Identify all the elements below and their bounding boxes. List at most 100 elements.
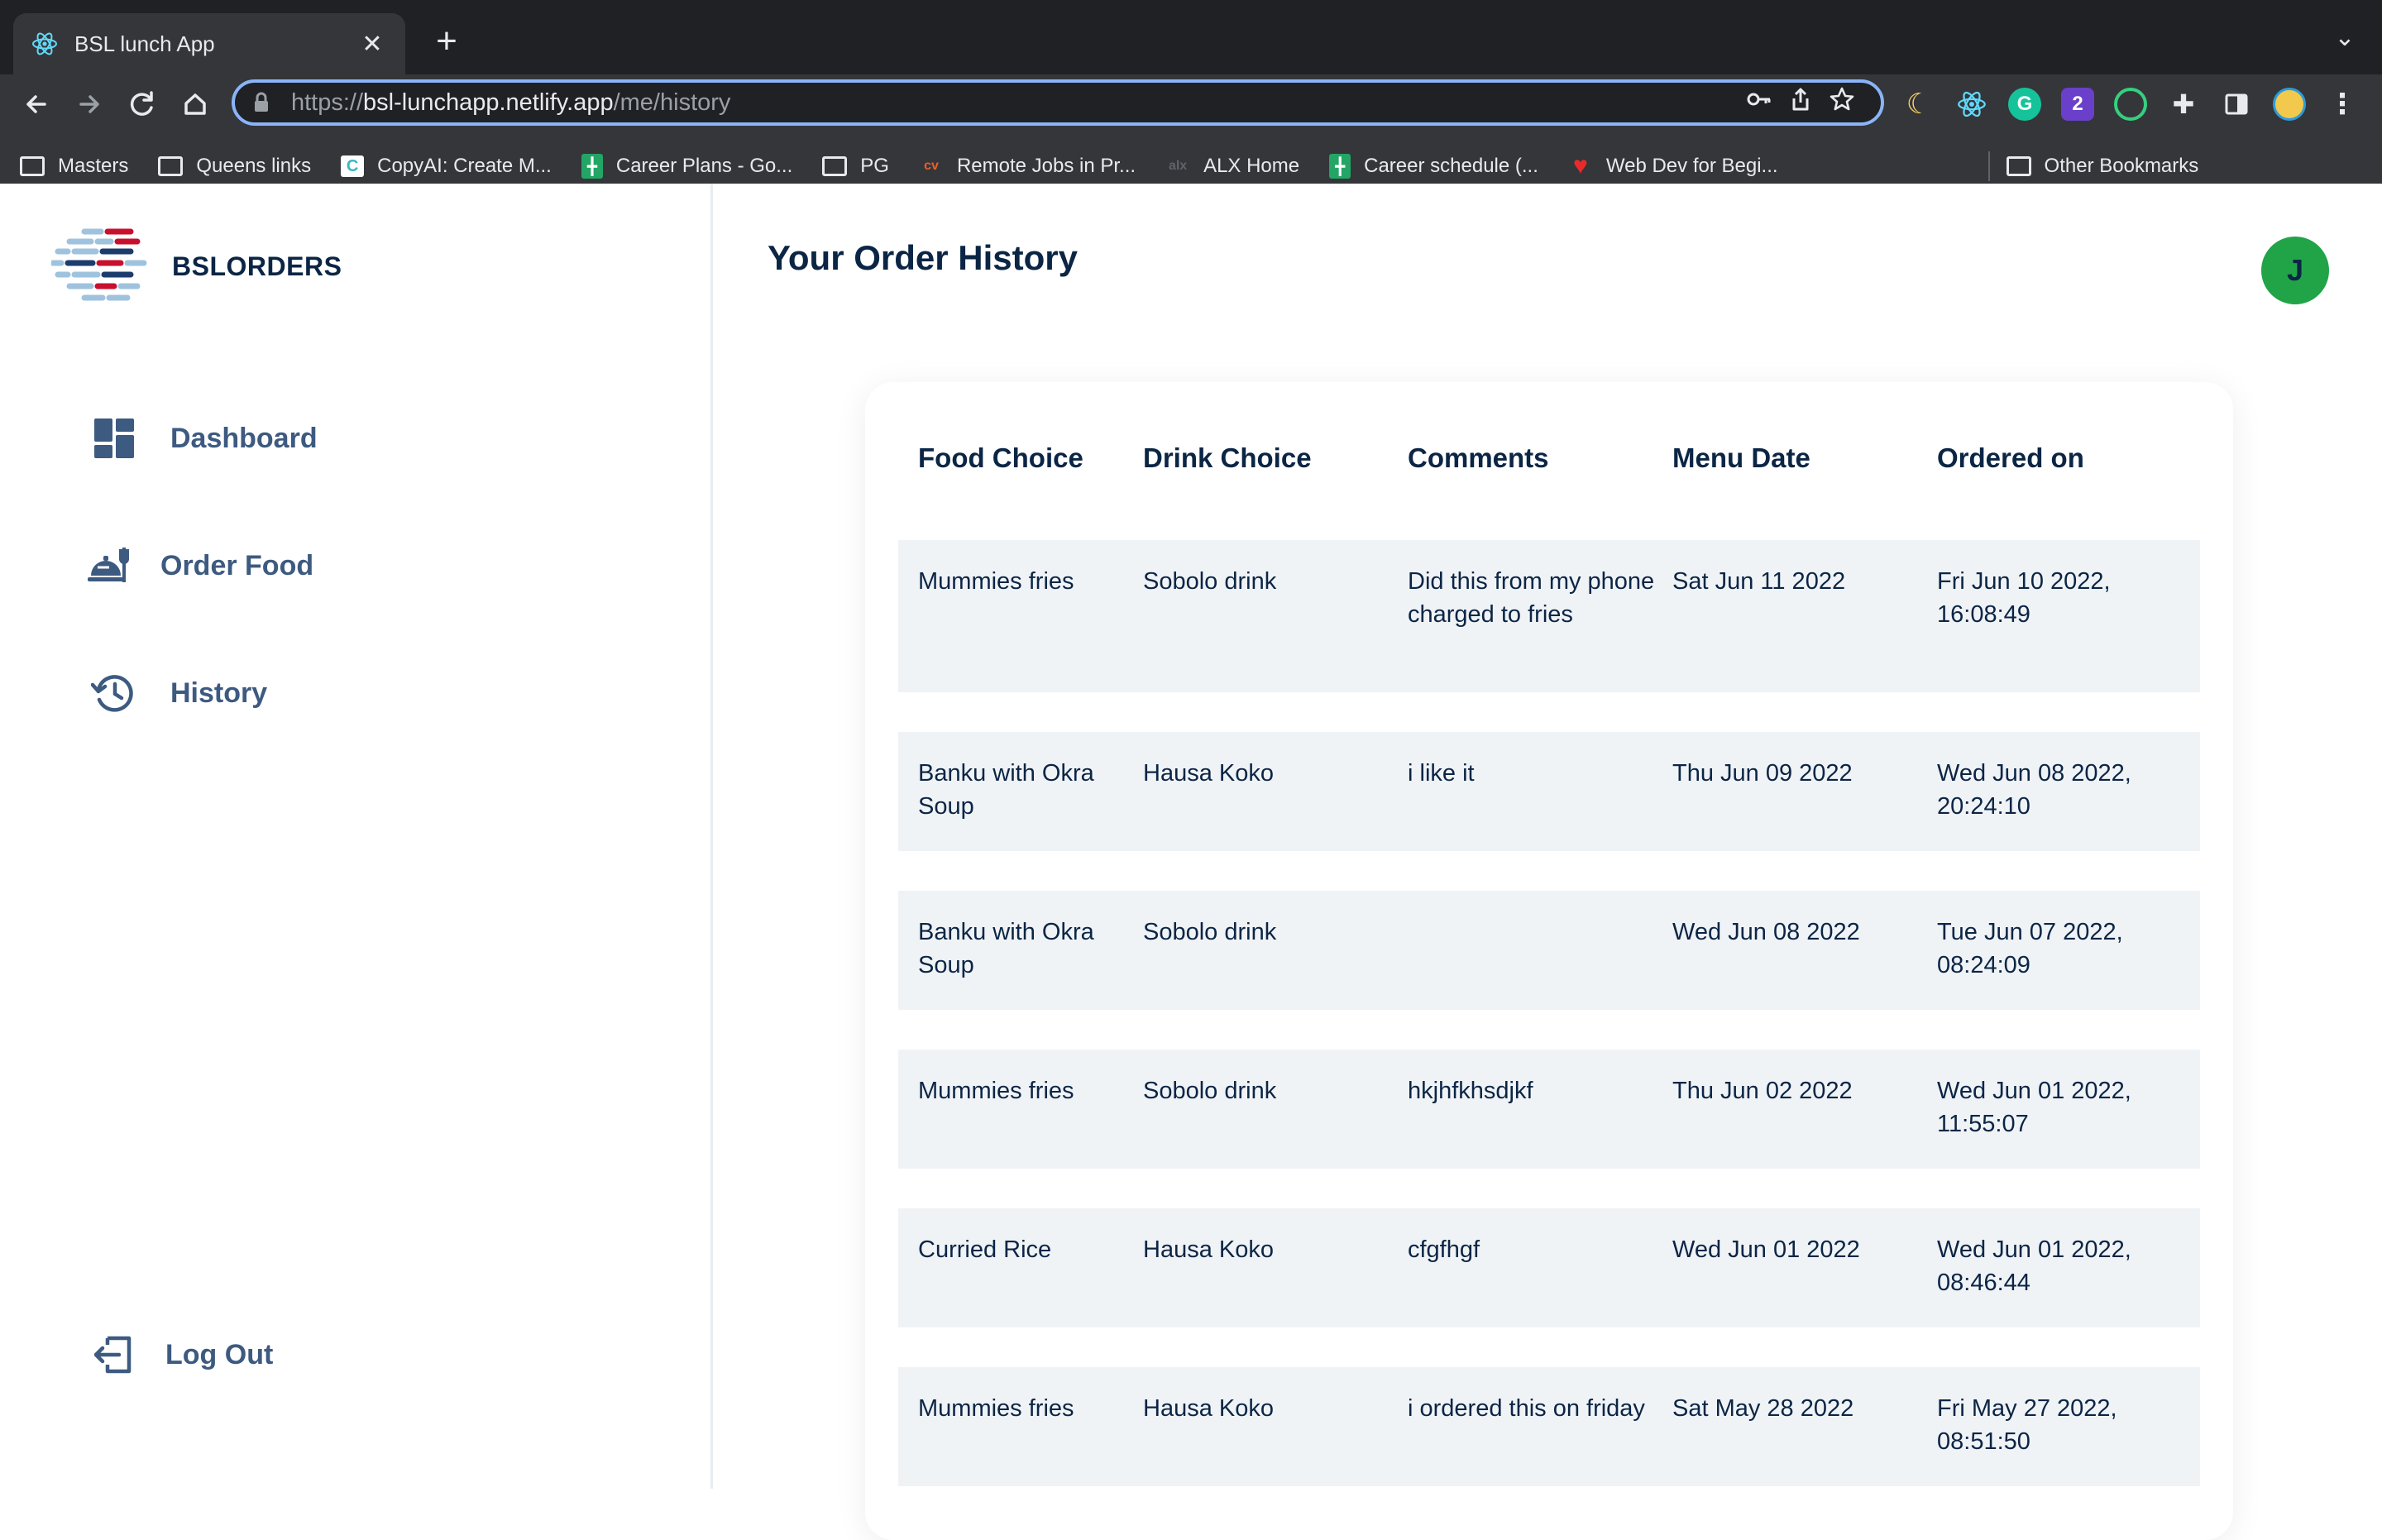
nav-dashboard[interactable]: Dashboard — [91, 415, 318, 462]
cell-drink-choice: Sobolo drink — [1143, 919, 1277, 945]
main-content: Your Order History J Food Choice Drink C… — [713, 184, 2382, 1540]
user-avatar[interactable]: J — [2261, 237, 2329, 304]
cv-icon: cv — [924, 159, 939, 173]
cell-ordered-on: Fri Jun 10 2022, 16:08:49 — [1937, 568, 2111, 628]
history-icon — [91, 670, 137, 716]
cell-menu-date: Sat May 28 2022 — [1672, 1395, 1854, 1422]
home-icon[interactable] — [172, 81, 218, 127]
sheets-icon: ╋ — [581, 154, 603, 179]
bookmark-label: Career Plans - Go... — [615, 155, 793, 177]
bookmarks-divider — [1987, 151, 1990, 181]
cell-food-choice: Banku with Okra Soup — [918, 919, 1094, 978]
column-header-menu-date[interactable]: Menu Date — [1672, 442, 1937, 474]
browser-tab-active[interactable]: BSL lunch App ✕ — [13, 13, 405, 74]
bookmark-label: Remote Jobs in Pr... — [956, 155, 1136, 177]
bookmark-star-icon[interactable] — [1821, 86, 1863, 119]
bookmark-label: Masters — [58, 155, 129, 177]
heart-icon: ♥ — [1572, 152, 1588, 179]
nav-history[interactable]: History — [91, 670, 267, 716]
bookmark-queens-links[interactable]: Queens links — [158, 155, 311, 178]
table-row[interactable]: Banku with Okra Soup Hausa Koko i like i… — [898, 732, 2200, 851]
bookmark-copyai[interactable]: C CopyAI: Create M... — [341, 155, 552, 178]
cell-food-choice: Mummies fries — [918, 568, 1074, 595]
tab-title: BSL lunch App — [74, 31, 215, 56]
cell-drink-choice: Hausa Koko — [1143, 1236, 1274, 1263]
bookmark-label: CopyAI: Create M... — [377, 155, 552, 177]
url-scheme: https:// — [291, 88, 364, 116]
cell-comments: i like it — [1408, 760, 1475, 787]
url-host: bsl-lunchapp.netlify.app — [363, 88, 614, 116]
bookmark-alx-home[interactable]: alx ALX Home — [1165, 155, 1299, 178]
cell-drink-choice: Hausa Koko — [1143, 760, 1274, 787]
folder-icon — [822, 155, 848, 177]
back-icon[interactable] — [13, 81, 60, 127]
cell-menu-date: Thu Jun 02 2022 — [1672, 1078, 1853, 1104]
column-header-drink-choice[interactable]: Drink Choice — [1143, 442, 1408, 474]
brand-name: BSLORDERS — [172, 251, 342, 281]
bookmark-masters[interactable]: Masters — [20, 155, 128, 178]
dashboard-icon — [91, 415, 137, 462]
copyai-icon: C — [341, 155, 365, 177]
reload-icon[interactable] — [119, 81, 165, 127]
new-tab-button[interactable]: + — [427, 22, 466, 61]
key-icon[interactable] — [1739, 86, 1780, 119]
address-bar[interactable]: https://bsl-lunchapp.netlify.app/me/hist… — [232, 79, 1884, 126]
nav-label: Order Food — [160, 549, 314, 581]
target-extension-icon[interactable] — [2114, 88, 2147, 121]
nav-order-food[interactable]: Order Food — [86, 543, 313, 589]
logo[interactable]: BSLORDERS — [50, 225, 342, 308]
cell-ordered-on: Wed Jun 08 2022, 20:24:10 — [1937, 760, 2131, 820]
cell-comments: Did this from my phone charged to fries — [1408, 568, 1655, 628]
cell-drink-choice: Sobolo drink — [1143, 568, 1277, 595]
tab-search-icon[interactable]: ⌄ — [2324, 23, 2365, 60]
cell-menu-date: Thu Jun 09 2022 — [1672, 760, 1853, 787]
cell-ordered-on: Wed Jun 01 2022, 08:46:44 — [1937, 1236, 2131, 1296]
cell-drink-choice: Hausa Koko — [1143, 1395, 1274, 1422]
nav-label: Dashboard — [170, 422, 318, 454]
lock-icon[interactable] — [253, 92, 270, 113]
share-icon[interactable] — [1780, 86, 1821, 119]
cell-ordered-on: Fri May 27 2022, 08:51:50 — [1937, 1395, 2117, 1455]
bookmark-career-plans[interactable]: ╋ Career Plans - Go... — [581, 154, 792, 179]
alx-icon: alx — [1168, 159, 1188, 173]
react-favicon-icon — [31, 31, 58, 57]
column-header-comments[interactable]: Comments — [1408, 442, 1672, 474]
tab-close-icon[interactable]: ✕ — [357, 30, 387, 59]
column-header-food-choice[interactable]: Food Choice — [898, 442, 1143, 474]
cell-menu-date: Wed Jun 08 2022 — [1672, 919, 1860, 945]
sidebar: BSLORDERS Dashboard Order Food History L… — [0, 184, 713, 1489]
bookmark-other-bookmarks[interactable]: Other Bookmarks — [2006, 155, 2199, 178]
cell-menu-date: Sat Jun 11 2022 — [1672, 568, 1846, 595]
bookmark-web-dev[interactable]: ♥ Web Dev for Begi... — [1568, 152, 1778, 179]
url-text[interactable]: https://bsl-lunchapp.netlify.app/me/hist… — [291, 89, 1739, 117]
cell-food-choice: Mummies fries — [918, 1395, 1074, 1422]
table-row[interactable]: Banku with Okra Soup Sobolo drink Wed Ju… — [898, 891, 2200, 1010]
dark-mode-extension-icon[interactable]: ☾ — [1902, 88, 1935, 121]
profile-avatar-icon[interactable] — [2273, 88, 2306, 121]
cell-drink-choice: Sobolo drink — [1143, 1078, 1277, 1104]
table-row[interactable]: Mummies fries Sobolo drink Did this from… — [898, 540, 2200, 692]
table-row[interactable]: Mummies fries Sobolo drink hkjhfkhsdjkf … — [898, 1050, 2200, 1169]
cell-comments: i ordered this on friday — [1408, 1395, 1645, 1422]
extension-badge-icon[interactable]: 2 — [2061, 88, 2094, 121]
order-food-icon — [86, 543, 132, 589]
forward-icon[interactable] — [66, 81, 112, 127]
folder-icon — [2006, 155, 2031, 177]
table-row[interactable]: Mummies fries Hausa Koko i ordered this … — [898, 1367, 2200, 1486]
table-row[interactable]: Curried Rice Hausa Koko cfgfhgf Wed Jun … — [898, 1208, 2200, 1327]
logout-button[interactable]: Log Out — [91, 1332, 273, 1378]
bookmark-career-schedule[interactable]: ╋ Career schedule (... — [1329, 154, 1538, 179]
side-panel-icon[interactable] — [2220, 88, 2253, 121]
react-devtools-icon[interactable] — [1955, 88, 1988, 121]
order-history-table: Food Choice Drink Choice Comments Menu D… — [865, 382, 2233, 1540]
bookmark-remote-jobs[interactable]: cv Remote Jobs in Pr... — [919, 155, 1136, 178]
url-path: /me/history — [613, 88, 731, 116]
grammarly-icon[interactable]: G — [2008, 88, 2041, 121]
bookmark-pg[interactable]: PG — [822, 155, 889, 178]
column-header-ordered-on[interactable]: Ordered on — [1937, 442, 2200, 474]
menu-kebab-icon[interactable]: ⋮ — [2326, 88, 2359, 121]
bookmark-label: Other Bookmarks — [2044, 155, 2199, 177]
bookmark-label: ALX Home — [1203, 155, 1300, 177]
extensions-puzzle-icon[interactable]: ✚ — [2167, 88, 2200, 121]
page-title: Your Order History — [768, 238, 1078, 277]
